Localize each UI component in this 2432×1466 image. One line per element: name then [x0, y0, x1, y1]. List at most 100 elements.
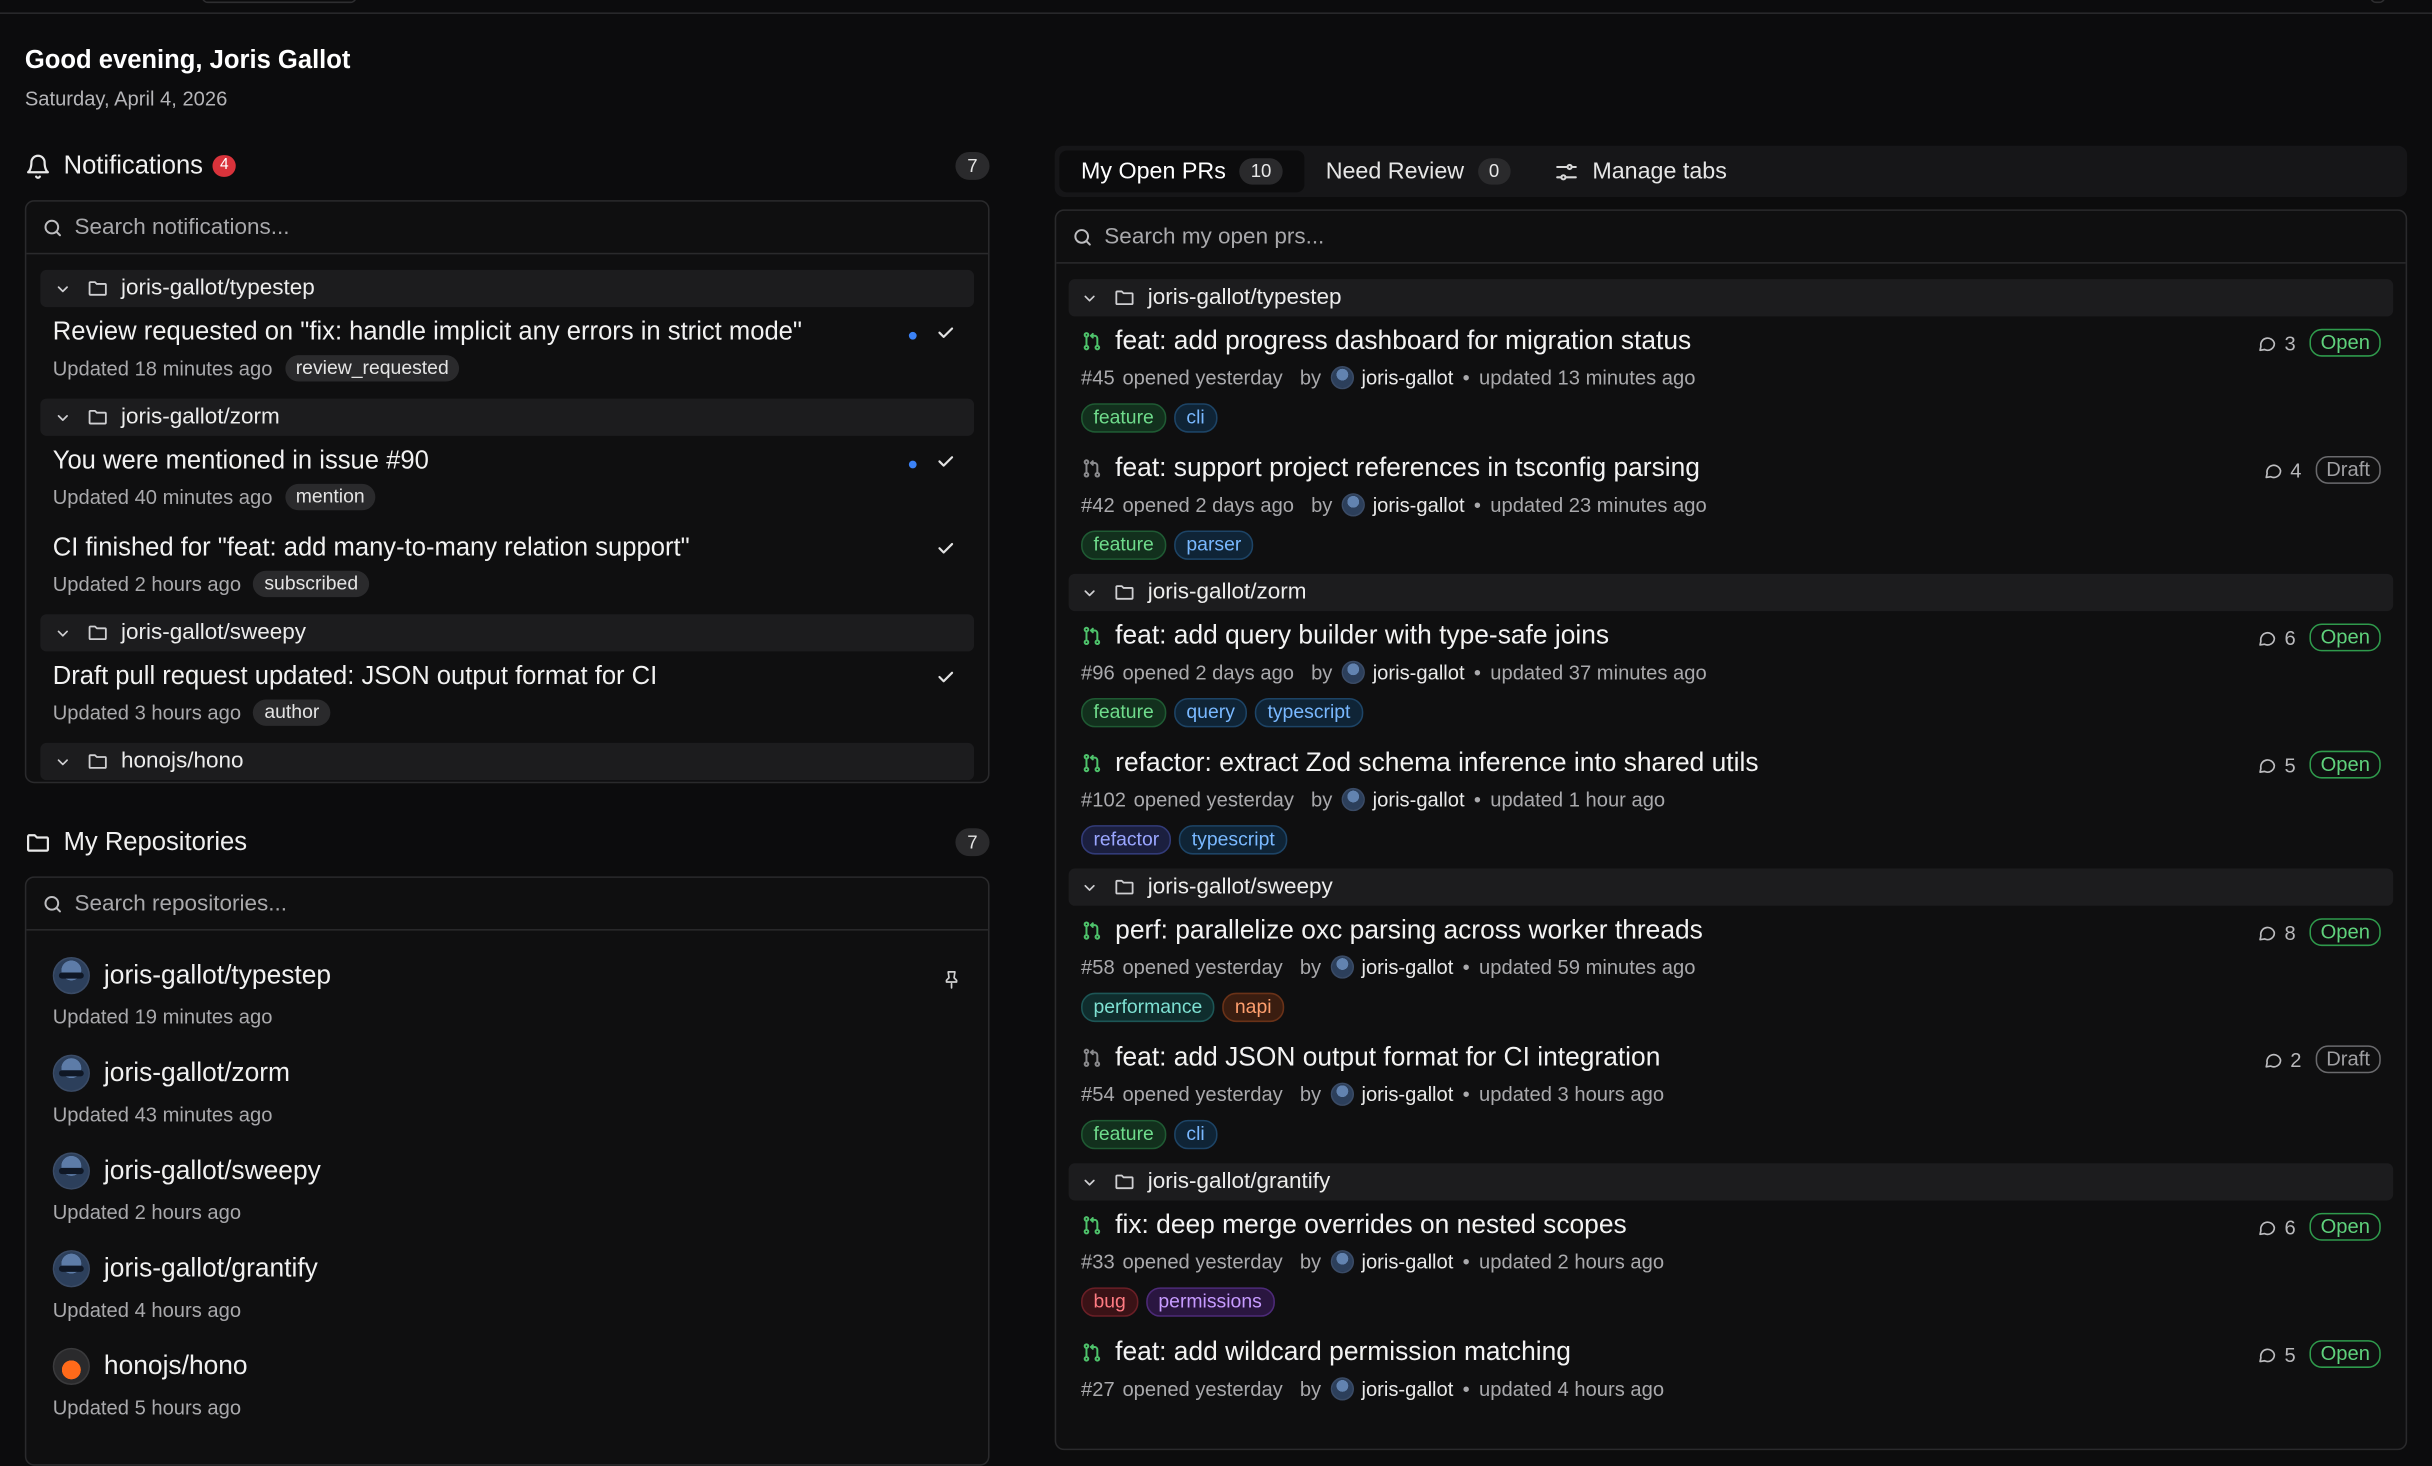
- pr-labels: feature query typescript: [1081, 697, 2406, 728]
- label-badge[interactable]: parser: [1173, 530, 1254, 560]
- author-avatar: [1330, 1082, 1354, 1106]
- notification-item[interactable]: Review requested on "fix: handle implici…: [26, 318, 988, 382]
- repo-item[interactable]: joris-gallot/sweepy Updated 2 hours ago: [26, 1152, 988, 1224]
- pr-item[interactable]: feat: support project references in tsco…: [1056, 453, 2405, 560]
- pr-item[interactable]: feat: add JSON output format for CI inte…: [1056, 1042, 2405, 1150]
- manage-tabs-button[interactable]: Manage tabs: [1532, 150, 1749, 192]
- chevron-down-icon[interactable]: [54, 409, 71, 426]
- pr-author[interactable]: joris-gallot: [1361, 1377, 1453, 1400]
- repo-item[interactable]: joris-gallot/typestep Updated 19 minutes …: [26, 956, 988, 1028]
- label-badge[interactable]: feature: [1081, 403, 1167, 433]
- label-badge[interactable]: napi: [1222, 992, 1284, 1023]
- repo-item[interactable]: joris-gallot/zorm Updated 43 minutes ago: [26, 1054, 988, 1126]
- pr-author[interactable]: joris-gallot: [1361, 366, 1453, 389]
- mark-read-check-icon[interactable]: [935, 667, 955, 687]
- prs-search: [1056, 211, 2406, 264]
- repositories-search-input[interactable]: [74, 891, 850, 916]
- top-control-edge[interactable]: [2369, 0, 2386, 4]
- label-badge[interactable]: permissions: [1145, 1287, 1275, 1317]
- repo-group-header-3[interactable]: honojs/hono: [40, 742, 975, 781]
- pr-item[interactable]: feat: add progress dashboard for migrati…: [1056, 326, 2405, 433]
- pr-title[interactable]: fix: deep merge overrides on nested scop…: [1115, 1210, 1627, 1241]
- pr-title[interactable]: refactor: extract Zod schema inference i…: [1115, 748, 1758, 779]
- notification-item[interactable]: CI finished for "feat: add many-to-many …: [26, 534, 988, 598]
- comment-icon: [2257, 333, 2277, 353]
- chevron-down-icon[interactable]: [1081, 1173, 1098, 1190]
- label-badge[interactable]: refactor: [1081, 825, 1172, 855]
- pr-meta: #27 opened yesterday by joris-gallot • update…: [1081, 1377, 2406, 1401]
- label-badge[interactable]: bug: [1081, 1287, 1139, 1317]
- comment-count: 3: [2284, 331, 2296, 355]
- pr-author[interactable]: joris-gallot: [1373, 661, 1465, 684]
- repo-item[interactable]: honojs/hono Updated 5 hours ago: [26, 1347, 988, 1419]
- pr-meta: #96 opened 2 days ago by joris-gallot • updat…: [1081, 660, 2406, 684]
- notification-meta: Updated 2 hours ago subscribed: [53, 570, 988, 598]
- label-badge[interactable]: performance: [1081, 992, 1215, 1023]
- label-badge[interactable]: feature: [1081, 697, 1167, 728]
- label-badge[interactable]: typescript: [1179, 825, 1288, 855]
- pr-title[interactable]: feat: add JSON output format for CI inte…: [1115, 1042, 1660, 1073]
- chevron-down-icon[interactable]: [1081, 879, 1098, 896]
- search-icon: [42, 216, 64, 238]
- mark-read-check-icon[interactable]: [935, 323, 955, 343]
- pr-author[interactable]: joris-gallot: [1361, 1250, 1453, 1273]
- label-badge[interactable]: cli: [1173, 1119, 1218, 1150]
- pr-item[interactable]: refactor: extract Zod schema inference i…: [1056, 748, 2405, 855]
- repo-group-header-0[interactable]: joris-gallot/typestep: [40, 269, 975, 308]
- status-badge: Open: [2309, 918, 2381, 947]
- status-badge: Open: [2309, 1212, 2381, 1241]
- pr-title-row: refactor: extract Zod schema inference i…: [1081, 748, 2406, 779]
- chevron-down-icon[interactable]: [1081, 584, 1098, 601]
- author-avatar: [1330, 1250, 1354, 1274]
- label-badge[interactable]: typescript: [1255, 697, 1363, 728]
- pr-labels: bug permissions: [1081, 1287, 2406, 1317]
- mark-read-check-icon[interactable]: [935, 451, 955, 471]
- mark-read-check-icon[interactable]: [935, 538, 955, 558]
- label-badge[interactable]: feature: [1081, 1119, 1167, 1150]
- chevron-down-icon[interactable]: [54, 280, 71, 297]
- tab-need-review[interactable]: Need Review 0: [1304, 150, 1532, 192]
- repo-group-header-1[interactable]: joris-gallot/zorm: [1068, 573, 2394, 612]
- pr-title[interactable]: feat: add wildcard permission matching: [1115, 1337, 1571, 1368]
- group-repo-name: honojs/hono: [120, 749, 244, 774]
- repo-group-header-1[interactable]: joris-gallot/zorm: [40, 398, 975, 436]
- pr-title[interactable]: feat: support project references in tsco…: [1115, 453, 1700, 484]
- group-repo-name: joris-gallot/grantify: [1147, 1169, 1331, 1195]
- pr-item[interactable]: feat: add query builder with type-safe j…: [1056, 620, 2406, 728]
- pr-item[interactable]: fix: deep merge overrides on nested scop…: [1056, 1210, 2405, 1317]
- repo-group-header-0[interactable]: joris-gallot/typestep: [1068, 279, 2394, 317]
- repo-item[interactable]: joris-gallot/grantify Updated 4 hours ago: [26, 1250, 988, 1321]
- pr-by: by: [1311, 493, 1333, 517]
- pr-title[interactable]: feat: add progress dashboard for migrati…: [1115, 326, 1691, 357]
- pr-title[interactable]: perf: parallelize oxc parsing across wor…: [1115, 915, 1703, 946]
- label-badge[interactable]: feature: [1081, 530, 1167, 560]
- label-badge[interactable]: cli: [1173, 403, 1218, 433]
- pr-author[interactable]: joris-gallot: [1373, 788, 1465, 811]
- chevron-down-icon[interactable]: [54, 624, 71, 641]
- prs-search-input[interactable]: [1104, 224, 1880, 249]
- separator-dot: •: [1473, 787, 1481, 812]
- chevron-down-icon[interactable]: [54, 753, 71, 770]
- pr-by: by: [1299, 1082, 1322, 1106]
- label-badge[interactable]: query: [1173, 697, 1248, 728]
- pr-item[interactable]: perf: parallelize oxc parsing across wor…: [1056, 915, 2405, 1023]
- pr-author[interactable]: joris-gallot: [1361, 1083, 1453, 1106]
- top-tab-edge[interactable]: [201, 0, 357, 4]
- pin-icon[interactable]: [941, 969, 961, 989]
- tab-label: My Open PRs: [1081, 158, 1226, 185]
- notifications-search-input[interactable]: [74, 214, 850, 240]
- repo-group-header-2[interactable]: joris-gallot/sweepy: [40, 614, 975, 652]
- chevron-down-icon[interactable]: [1081, 289, 1098, 306]
- repo-group-header-2[interactable]: joris-gallot/sweepy: [1068, 868, 2394, 906]
- pr-title[interactable]: feat: add query builder with type-safe j…: [1115, 620, 1609, 651]
- notification-item[interactable]: You were mentioned in issue #90 Updated 4…: [26, 447, 988, 511]
- pr-number: #45: [1081, 366, 1115, 390]
- tab-my-open-prs[interactable]: My Open PRs 10: [1059, 150, 1304, 193]
- notification-item[interactable]: Draft pull request updated: JSON output …: [26, 662, 988, 726]
- notification-updated: Updated 18 minutes ago: [52, 356, 273, 380]
- pr-title-row: feat: add wildcard permission matching: [1081, 1337, 2406, 1368]
- pr-item[interactable]: feat: add wildcard permission matching #2…: [1056, 1337, 2405, 1401]
- pr-author[interactable]: joris-gallot: [1361, 955, 1453, 978]
- pr-author[interactable]: joris-gallot: [1373, 493, 1465, 516]
- repo-group-header-3[interactable]: joris-gallot/grantify: [1068, 1163, 2394, 1201]
